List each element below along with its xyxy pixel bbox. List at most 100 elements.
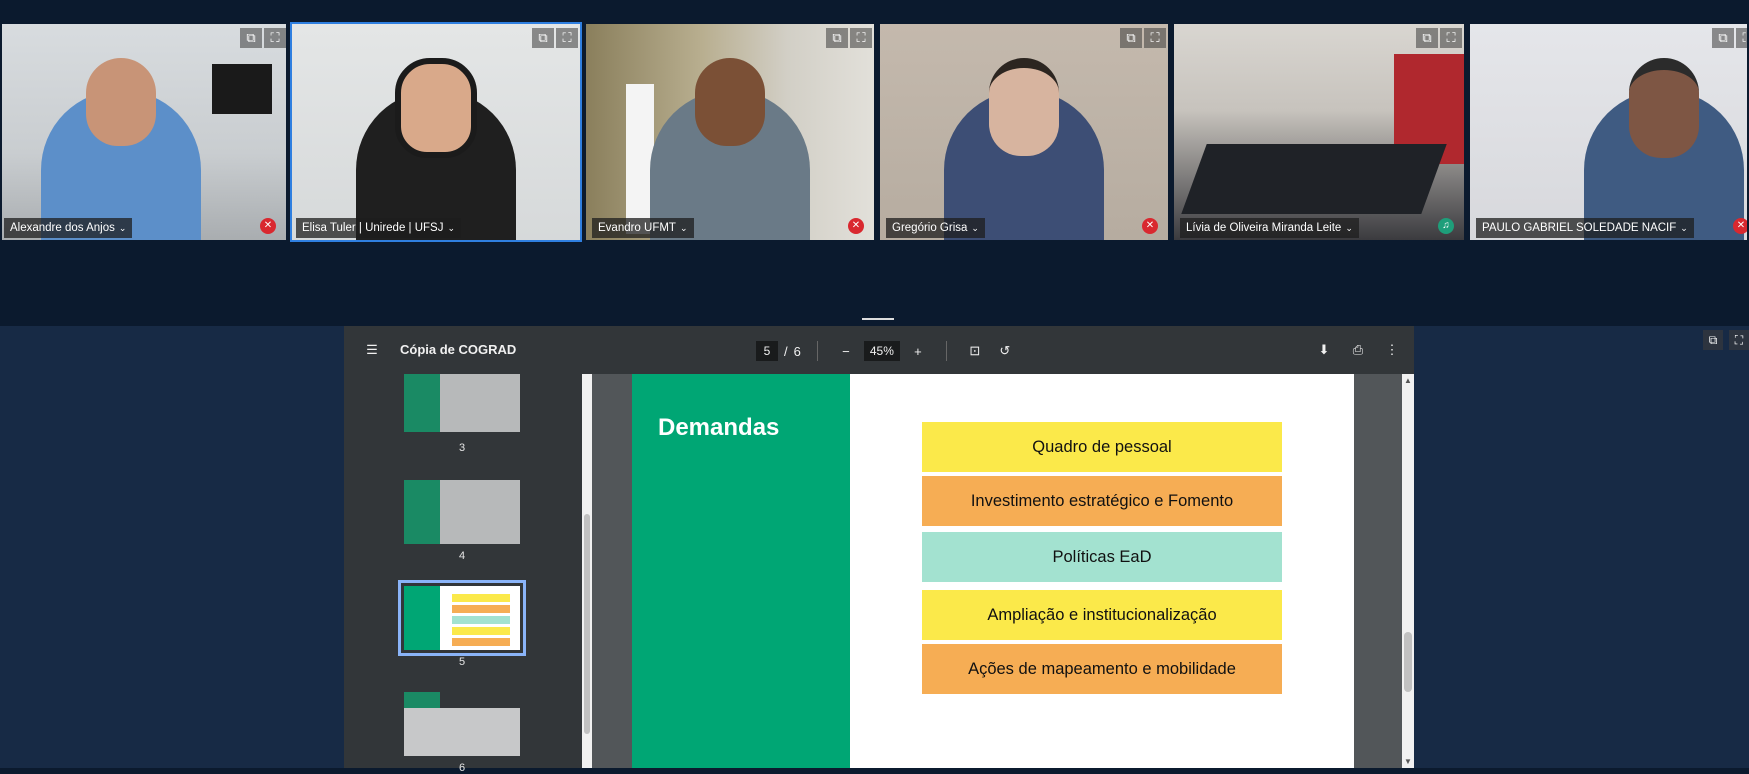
participant-strip: ⧉ ⛶ Alexandre dos Anjos ⌄ ✕ ⧉ ⛶ Elisa Tul…	[0, 0, 1749, 330]
thumb-body	[404, 708, 520, 756]
fullscreen-icon[interactable]: ⛶	[850, 28, 872, 48]
mic-muted-icon: ✕	[848, 218, 864, 234]
rotate-icon[interactable]: ↺	[993, 339, 1017, 363]
zoom-input[interactable]: 45%	[863, 341, 900, 361]
page-number-input[interactable]: 5	[756, 341, 778, 361]
more-options-icon[interactable]: ⋮	[1380, 338, 1404, 362]
page-navigation: 5 / 6 − 45% + ⊡ ↺	[756, 339, 1017, 363]
participant-tile[interactable]: ⧉ ⛶ PAULO GABRIEL SOLEDADE NACIF⌄ ✕	[1468, 22, 1749, 242]
participant-name[interactable]: Gregório Grisa ⌄	[886, 218, 985, 238]
fit-page-icon[interactable]: ⊡	[963, 339, 987, 363]
participant-name[interactable]: Elisa Tuler | Unirede | UFSJ ⌄	[296, 218, 462, 238]
toolbar-actions: ⬇ ⎙ ⋮	[1312, 338, 1404, 362]
toolbar-divider	[816, 341, 818, 361]
popout-icon[interactable]: ⧉	[1120, 28, 1142, 48]
participant-name[interactable]: Evandro UFMT ⌄	[592, 218, 694, 238]
chevron-down-icon: ⌄	[118, 223, 127, 233]
participant-name[interactable]: Lívia de Oliveira Miranda Leite ⌄	[1180, 218, 1359, 238]
popout-icon[interactable]: ⧉	[1712, 28, 1734, 48]
fullscreen-icon[interactable]: ⛶	[1440, 28, 1462, 48]
participant-head	[989, 58, 1059, 156]
demand-item: Investimento estratégico e Fomento	[922, 476, 1282, 526]
download-icon[interactable]: ⬇	[1312, 338, 1336, 362]
chevron-down-icon: ⌄	[447, 223, 456, 233]
popout-icon[interactable]: ⧉	[532, 28, 554, 48]
slide-page: Demandas Quadro de pessoal Investimento …	[632, 374, 1354, 768]
demand-item: Ações de mapeamento e mobilidade	[922, 644, 1282, 694]
thumb-body	[440, 480, 520, 544]
popout-icon[interactable]: ⧉	[1703, 330, 1723, 350]
scroll-up-icon[interactable]: ▲	[1402, 376, 1414, 385]
demand-item: Quadro de pessoal	[922, 422, 1282, 472]
fullscreen-icon[interactable]: ⛶	[1729, 330, 1749, 350]
popout-icon[interactable]: ⧉	[240, 28, 262, 48]
thumbnail-sidebar: 3 4 5 6	[344, 374, 582, 774]
mic-muted-icon: ✕	[260, 218, 276, 234]
fullscreen-icon[interactable]: ⛶	[1736, 28, 1747, 48]
participant-tile[interactable]: ⧉ ⛶ Gregório Grisa ⌄ ✕	[878, 22, 1170, 242]
chevron-down-icon: ⌄	[971, 223, 979, 233]
thumb-body	[440, 374, 520, 432]
participant-head	[86, 58, 157, 146]
demand-item: Políticas EaD	[922, 532, 1282, 582]
participant-tile[interactable]: ⧉ ⛶ Evandro UFMT ⌄ ✕	[584, 22, 876, 242]
thumb-green	[404, 692, 440, 708]
name-text: Elisa Tuler | Unirede | UFSJ	[302, 222, 444, 234]
thumb-green	[404, 480, 440, 544]
thumb-item	[452, 638, 510, 646]
page-thumbnail[interactable]	[404, 480, 520, 544]
thumbnail-number: 5	[458, 656, 466, 668]
name-text: Alexandre dos Anjos	[10, 222, 115, 234]
mic-muted-icon: ✕	[1733, 218, 1747, 234]
page-thumbnail-selected[interactable]	[398, 580, 526, 656]
presentation-area: ☰ Cópia de COGRAD 5 / 6 − 45% + ⊡ ↺ ⬇ ⎙ …	[0, 326, 1749, 774]
page-separator: /	[784, 343, 788, 359]
participant-name[interactable]: Alexandre dos Anjos ⌄	[4, 218, 133, 238]
print-icon[interactable]: ⎙	[1346, 338, 1370, 362]
name-text: Evandro UFMT	[598, 222, 676, 234]
thumb-green	[404, 586, 440, 650]
participant-name[interactable]: PAULO GABRIEL SOLEDADE NACIF ⌄	[1476, 218, 1694, 238]
name-text: Gregório Grisa	[892, 222, 968, 234]
mic-muted-icon: ✕	[1142, 218, 1158, 234]
pdf-viewer: ☰ Cópia de COGRAD 5 / 6 − 45% + ⊡ ↺ ⬇ ⎙ …	[344, 326, 1414, 774]
popout-icon[interactable]: ⧉	[826, 28, 848, 48]
presentation-controls: ⧉ ⛶	[1703, 330, 1749, 350]
fullscreen-icon[interactable]: ⛶	[1144, 28, 1166, 48]
participant-tile[interactable]: ⧉ ⛶ Lívia de Oliveira Miranda Leite ⌄ ♫	[1172, 22, 1466, 242]
thumbnail-number: 6	[458, 762, 466, 774]
headphones-icon: ♫	[1438, 218, 1454, 234]
participant-head	[695, 58, 765, 146]
name-text: PAULO GABRIEL SOLEDADE NACIF	[1482, 222, 1677, 234]
page-viewer: Demandas Quadro de pessoal Investimento …	[592, 374, 1414, 768]
scrollbar-thumb[interactable]	[1404, 632, 1412, 692]
chevron-down-icon: ⌄	[679, 223, 688, 233]
page-thumbnail[interactable]	[404, 692, 520, 756]
participant-tile[interactable]: ⧉ ⛶ Alexandre dos Anjos ⌄ ✕	[0, 22, 288, 242]
zoom-out-button[interactable]: −	[834, 339, 858, 363]
menu-icon[interactable]: ☰	[360, 338, 384, 362]
popout-icon[interactable]: ⧉	[1416, 28, 1438, 48]
scroll-down-icon[interactable]: ▼	[1402, 757, 1414, 766]
page-thumbnail[interactable]	[404, 374, 520, 432]
zoom-in-button[interactable]: +	[906, 339, 930, 363]
participant-head	[395, 58, 477, 158]
fullscreen-icon[interactable]: ⛶	[556, 28, 578, 48]
chevron-down-icon: ⌄	[1680, 223, 1688, 233]
monitor-bg	[212, 64, 272, 114]
thumb-item	[452, 627, 510, 635]
sidebar-scrollbar[interactable]	[582, 374, 592, 768]
slide-title: Demandas	[658, 414, 780, 441]
toolbar-divider	[945, 341, 947, 361]
demand-item: Ampliação e institucionalização	[922, 590, 1282, 640]
pdf-toolbar: ☰ Cópia de COGRAD 5 / 6 − 45% + ⊡ ↺ ⬇ ⎙ …	[344, 326, 1414, 374]
participant-head	[1628, 58, 1699, 158]
thumb-item	[452, 616, 510, 624]
participant-tile-active-speaker[interactable]: ⧉ ⛶ Elisa Tuler | Unirede | UFSJ ⌄	[290, 22, 582, 242]
viewer-scrollbar[interactable]: ▲ ▼	[1402, 374, 1414, 768]
thumb-item	[452, 605, 510, 613]
scrollbar-thumb[interactable]	[584, 514, 590, 734]
meeting-table	[1181, 144, 1447, 214]
name-text: Lívia de Oliveira Miranda Leite	[1186, 222, 1342, 234]
fullscreen-icon[interactable]: ⛶	[264, 28, 286, 48]
